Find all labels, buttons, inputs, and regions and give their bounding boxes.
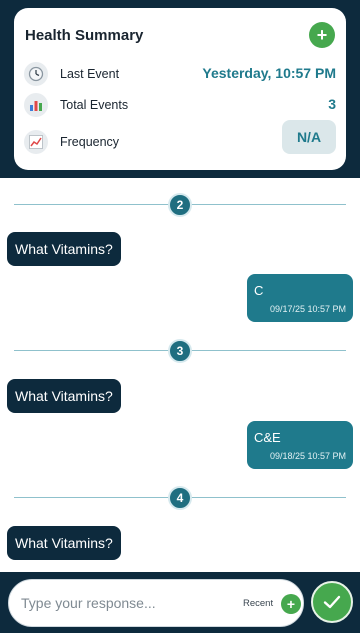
add-event-button[interactable]: + bbox=[309, 22, 335, 48]
section-divider: 2 bbox=[14, 193, 346, 217]
response-input-wrapper: Recent + bbox=[8, 579, 304, 627]
question-number-badge: 3 bbox=[168, 339, 192, 363]
question-bubble: What Vitamins? bbox=[7, 526, 121, 560]
summary-label: Last Event bbox=[60, 67, 120, 81]
add-response-button[interactable]: + bbox=[281, 594, 301, 614]
answer-timestamp: 09/17/25 10:57 PM bbox=[269, 304, 346, 314]
answer-text: C bbox=[254, 283, 264, 298]
question-bubble: What Vitamins? bbox=[7, 379, 121, 413]
answer-timestamp: 09/18/25 10:57 PM bbox=[269, 451, 346, 461]
summary-label: Frequency bbox=[60, 135, 120, 149]
summary-value: 3 bbox=[328, 96, 336, 112]
section-divider: 3 bbox=[14, 339, 346, 363]
header-panel: Health Summary + Last Event Yesterday, 1… bbox=[0, 0, 360, 178]
summary-value: Yesterday, 10:57 PM bbox=[202, 65, 336, 81]
summary-row-frequency: Frequency N/A bbox=[24, 120, 336, 154]
clock-icon bbox=[24, 62, 48, 86]
composer-bar: Recent + bbox=[0, 572, 360, 633]
health-summary-card: Health Summary + Last Event Yesterday, 1… bbox=[14, 8, 346, 170]
bar-chart-icon bbox=[24, 93, 48, 117]
question-number-badge: 2 bbox=[168, 193, 192, 217]
send-button[interactable] bbox=[311, 581, 353, 623]
recent-button[interactable]: Recent bbox=[243, 598, 273, 609]
check-icon bbox=[323, 595, 341, 609]
section-divider: 4 bbox=[14, 486, 346, 510]
answer-bubble: C 09/17/25 10:57 PM bbox=[247, 274, 353, 322]
line-chart-icon bbox=[24, 130, 48, 154]
question-bubble: What Vitamins? bbox=[7, 232, 121, 266]
summary-label: Total Events bbox=[60, 98, 129, 112]
response-input[interactable] bbox=[21, 590, 221, 616]
summary-row-last-event: Last Event Yesterday, 10:57 PM bbox=[24, 62, 336, 86]
frequency-value-pill: N/A bbox=[282, 120, 336, 154]
summary-row-total-events: Total Events 3 bbox=[24, 93, 336, 117]
question-number-badge: 4 bbox=[168, 486, 192, 510]
answer-text: C&E bbox=[254, 430, 281, 445]
answer-bubble: C&E 09/18/25 10:57 PM bbox=[247, 421, 353, 469]
card-title: Health Summary bbox=[25, 27, 144, 44]
